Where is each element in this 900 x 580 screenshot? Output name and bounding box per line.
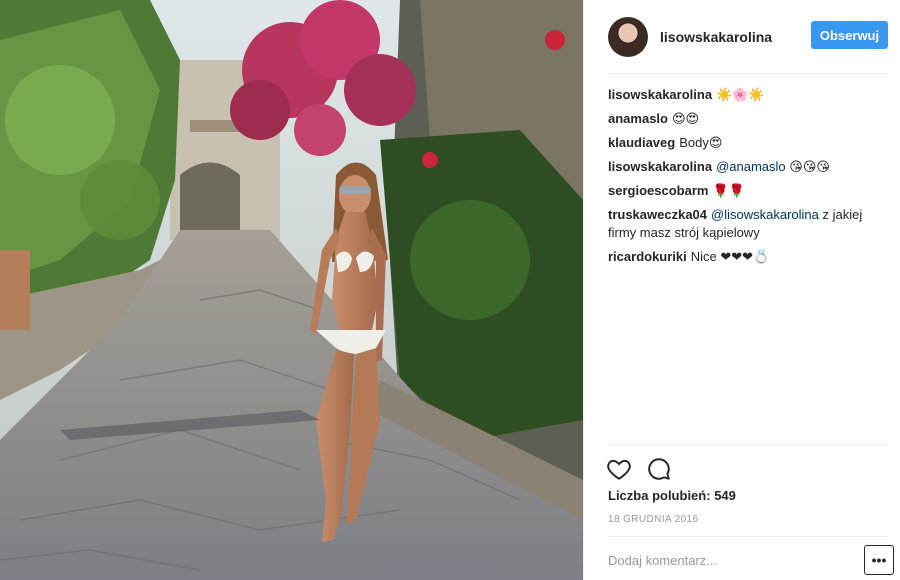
comment-username[interactable]: lisowskakarolina: [608, 87, 712, 102]
add-comment-input[interactable]: [608, 550, 848, 570]
add-comment-divider: [608, 536, 888, 537]
comment-username[interactable]: ricardokuriki: [608, 249, 687, 264]
comment-item: anamaslo 😍😍: [608, 110, 886, 128]
post-date[interactable]: 18 GRUDNIA 2016: [608, 514, 699, 525]
comment-text: 😘😘😘: [789, 159, 830, 174]
post-photo-scene: [0, 0, 583, 580]
comment-username[interactable]: lisowskakarolina: [608, 159, 712, 174]
actions-divider: [608, 444, 888, 445]
comment-item: lisowskakarolina @anamaslo 😘😘😘: [608, 158, 886, 176]
follow-button[interactable]: Obserwuj: [811, 21, 888, 49]
comment-item: sergioescobarm 🌹🌹: [608, 182, 886, 200]
comment-item: ricardokuriki Nice ❤❤❤💍: [608, 248, 886, 266]
comment-mention[interactable]: @lisowskakarolina: [711, 207, 819, 222]
avatar[interactable]: [608, 17, 648, 57]
post-author-username[interactable]: lisowskakarolina: [660, 29, 772, 45]
likes-label: Liczba polubień:: [608, 488, 711, 503]
likes-count[interactable]: Liczba polubień: 549: [608, 488, 736, 503]
comment-mention[interactable]: @anamaslo: [716, 159, 786, 174]
comment-text: 🌹🌹: [712, 183, 745, 198]
more-options-icon[interactable]: •••: [864, 545, 894, 575]
header-divider: [608, 73, 888, 74]
comment-icon[interactable]: [646, 456, 672, 482]
comment-text: 😍😍: [671, 111, 700, 126]
comment-username[interactable]: anamaslo: [608, 111, 668, 126]
comment-text: Nice ❤❤❤💍: [690, 249, 770, 264]
comment-item: lisowskakarolina ☀️🌸☀️: [608, 86, 886, 104]
comment-item: klaudiaveg Body😍: [608, 134, 886, 152]
comment-text: ☀️🌸☀️: [716, 87, 765, 102]
likes-number: 549: [714, 488, 736, 503]
heart-icon[interactable]: [606, 456, 632, 482]
post-actions: [606, 456, 672, 482]
comment-username[interactable]: sergioescobarm: [608, 183, 708, 198]
post-photo[interactable]: [0, 0, 583, 580]
post-sidebar: lisowskakarolina Obserwuj lisowskakaroli…: [583, 0, 900, 580]
comments-list: lisowskakarolina ☀️🌸☀️ anamaslo 😍😍 klaudia…: [608, 86, 886, 272]
comment-username[interactable]: truskaweczka04: [608, 207, 707, 222]
comment-username[interactable]: klaudiaveg: [608, 135, 675, 150]
comment-item: truskaweczka04 @lisowskakarolina z jakiej…: [608, 206, 886, 242]
comment-text: Body😍: [679, 135, 723, 150]
